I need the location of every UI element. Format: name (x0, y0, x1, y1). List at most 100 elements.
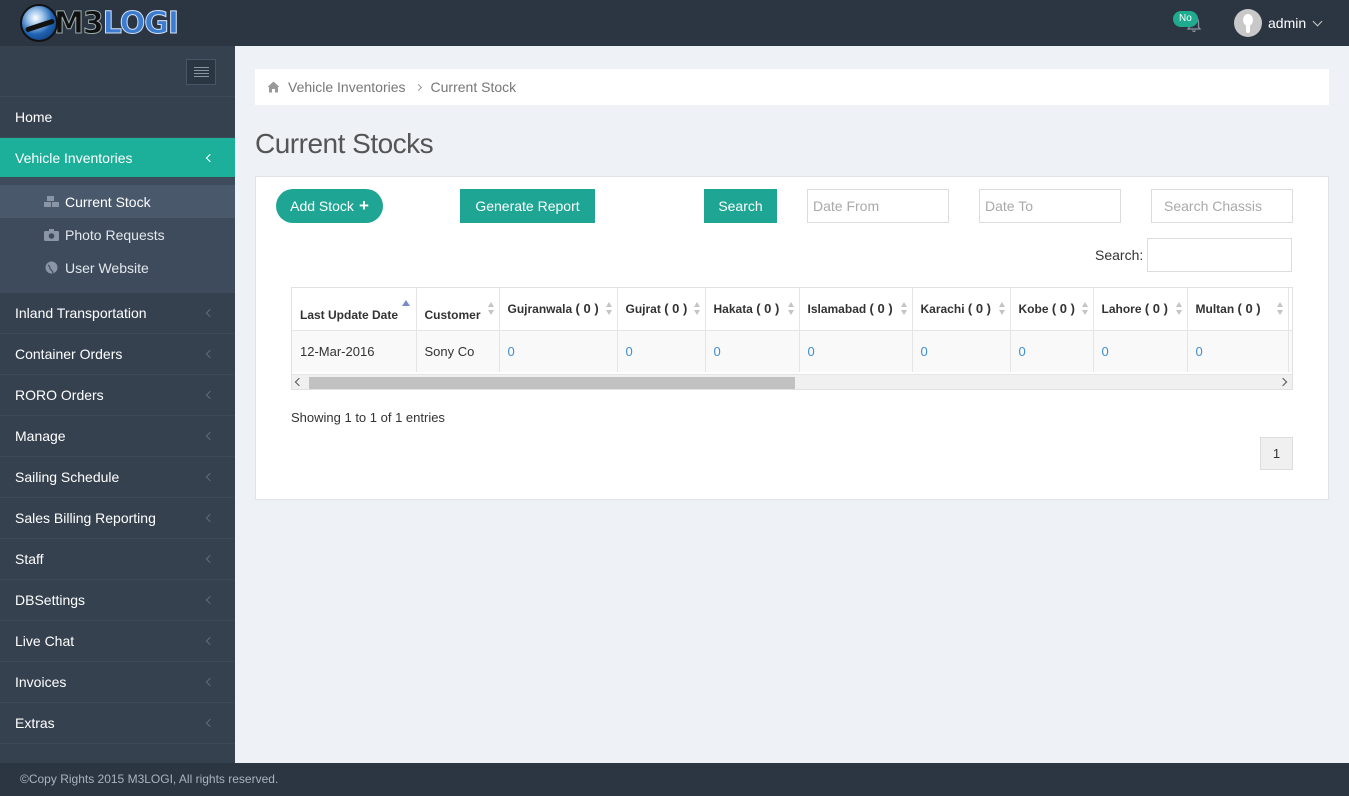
sidebar-item-extras[interactable]: Extras (0, 703, 235, 744)
cell-date: 12-Mar-2016 (292, 330, 417, 372)
logo-text-m3: M3 (54, 5, 105, 41)
stock-panel: Add Stock+ Generate Report Search Search… (255, 176, 1329, 500)
scroll-left-icon[interactable] (294, 377, 304, 387)
chevron-left-icon (205, 390, 215, 400)
stock-table: Last Update Date Customer Gujranwala ( 0… (292, 288, 1292, 372)
sidebar-item-dbsettings[interactable]: DBSettings (0, 580, 235, 621)
sidebar-item-vehicle-inventories[interactable]: Vehicle Inventories (0, 138, 235, 178)
stock-table-wrapper: Last Update Date Customer Gujranwala ( 0… (291, 287, 1293, 390)
table-search: Search: (1095, 238, 1293, 272)
user-menu[interactable]: admin (1234, 9, 1323, 37)
top-header: M3 LOGI No admin (0, 0, 1349, 46)
sidebar-subitem-current-stock[interactable]: Current Stock (0, 185, 235, 218)
cell-lahore-link[interactable]: 0 (1093, 330, 1188, 372)
logo-text-logi: LOGI (102, 5, 179, 41)
camera-icon (43, 228, 59, 242)
sort-icon (693, 301, 701, 316)
generate-report-button[interactable]: Generate Report (460, 189, 595, 223)
user-name: admin (1268, 15, 1307, 31)
sidebar-item-live-chat[interactable]: Live Chat (0, 621, 235, 662)
sidebar-item-home[interactable]: Home (0, 97, 235, 138)
sidebar-item-staff[interactable]: Staff (0, 539, 235, 580)
chevron-left-icon (205, 431, 215, 441)
add-stock-button[interactable]: Add Stock + (276, 189, 383, 223)
column-header-n[interactable]: N (1288, 288, 1292, 331)
column-header-karachi[interactable]: Karachi ( 0 ) (912, 288, 1011, 331)
notifications[interactable]: No (1172, 10, 1212, 36)
cell-gujranwala-link[interactable]: 0 (499, 330, 618, 372)
sort-icon (1175, 301, 1183, 316)
scrollbar-thumb[interactable] (309, 377, 795, 389)
breadcrumb: Vehicle Inventories Current Stock (255, 69, 1329, 105)
column-header-islamabad[interactable]: Islamabad ( 0 ) (799, 288, 913, 331)
breadcrumb-current: Current Stock (430, 79, 517, 95)
cell-gujrat-link[interactable]: 0 (617, 330, 706, 372)
cell-kobe-link[interactable]: 0 (1010, 330, 1094, 372)
globe-icon (43, 261, 59, 275)
sort-icon (605, 301, 613, 316)
cell-karachi-link[interactable]: 0 (912, 330, 1011, 372)
sort-icon (1081, 301, 1089, 316)
chevron-down-icon (1312, 16, 1323, 26)
sort-icon (487, 301, 495, 316)
column-header-last-update-date[interactable]: Last Update Date (292, 288, 417, 331)
page-title: Current Stocks (255, 128, 434, 159)
sidebar-item-sales-billing-reporting[interactable]: Sales Billing Reporting (0, 498, 235, 539)
footer: ©Copy Rights 2015 M3LOGI, All rights res… (0, 763, 1349, 796)
chevron-left-icon (205, 718, 215, 728)
column-header-gujrat[interactable]: Gujrat ( 0 ) (617, 288, 706, 331)
sidebar-item-invoices[interactable]: Invoices (0, 662, 235, 703)
chevron-left-icon (205, 554, 215, 564)
column-header-multan[interactable]: Multan ( 0 ) (1187, 288, 1289, 331)
plus-icon: + (358, 196, 369, 215)
sidebar-item-inland-transportation[interactable]: Inland Transportation (0, 293, 235, 334)
breadcrumb-parent[interactable]: Vehicle Inventories (288, 79, 406, 95)
search-button[interactable]: Search (704, 189, 777, 223)
sidebar-item-manage[interactable]: Manage (0, 416, 235, 457)
cubes-icon (43, 195, 59, 209)
table-info: Showing 1 to 1 of 1 entries (291, 410, 445, 425)
sort-icon (1276, 301, 1284, 316)
sidebar-item-roro-orders[interactable]: RORO Orders (0, 375, 235, 416)
chevron-left-icon (205, 595, 215, 605)
cell-customer: Sony Co (416, 330, 500, 372)
cell-multan-link[interactable]: 0 (1187, 330, 1289, 372)
date-to-input[interactable] (979, 189, 1121, 223)
table-search-input[interactable] (1147, 238, 1293, 272)
sidebar-item-sailing-schedule[interactable]: Sailing Schedule (0, 457, 235, 498)
submenu-vehicle-inventories: Current Stock Photo Requests User Websit… (0, 178, 235, 293)
date-from-input[interactable] (807, 189, 949, 223)
copyright-text: ©Copy Rights 2015 M3LOGI, All rights res… (20, 772, 279, 786)
logo-globe-icon (20, 4, 58, 42)
cell-hakata-link[interactable]: 0 (705, 330, 800, 372)
scroll-right-icon[interactable] (1278, 377, 1288, 387)
sort-icon (900, 301, 908, 316)
pagination-page-1[interactable]: 1 (1260, 437, 1293, 470)
column-header-kobe[interactable]: Kobe ( 0 ) (1010, 288, 1094, 331)
sidebar-subitem-user-website[interactable]: User Website (0, 251, 235, 284)
column-header-customer[interactable]: Customer (416, 288, 500, 331)
cell-n-link[interactable]: 0 (1288, 330, 1292, 372)
chevron-left-icon (205, 677, 215, 687)
logo[interactable]: M3 LOGI (20, 4, 180, 42)
notification-badge: No (1173, 11, 1198, 27)
cell-islamabad-link[interactable]: 0 (799, 330, 913, 372)
column-header-hakata[interactable]: Hakata ( 0 ) (705, 288, 800, 331)
table-search-label: Search: (1095, 247, 1144, 263)
sidebar-item-container-orders[interactable]: Container Orders (0, 334, 235, 375)
menu-toggle-button[interactable] (186, 59, 216, 85)
search-chassis-input[interactable] (1151, 189, 1293, 223)
column-header-gujranwala[interactable]: Gujranwala ( 0 ) (499, 288, 618, 331)
table-row: 12-Mar-2016 Sony Co 0 0 0 0 0 0 0 0 0 (292, 330, 1292, 372)
chevron-left-icon (205, 513, 215, 523)
chevron-left-icon (205, 153, 215, 163)
chevron-left-icon (205, 349, 215, 359)
sidebar-subitem-photo-requests[interactable]: Photo Requests (0, 218, 235, 251)
home-icon (267, 81, 280, 93)
column-header-lahore[interactable]: Lahore ( 0 ) (1093, 288, 1188, 331)
sort-asc-icon (401, 300, 410, 306)
sort-icon (787, 301, 795, 316)
horizontal-scrollbar[interactable] (292, 374, 1292, 389)
chevron-left-icon (205, 636, 215, 646)
sort-icon (998, 301, 1006, 316)
